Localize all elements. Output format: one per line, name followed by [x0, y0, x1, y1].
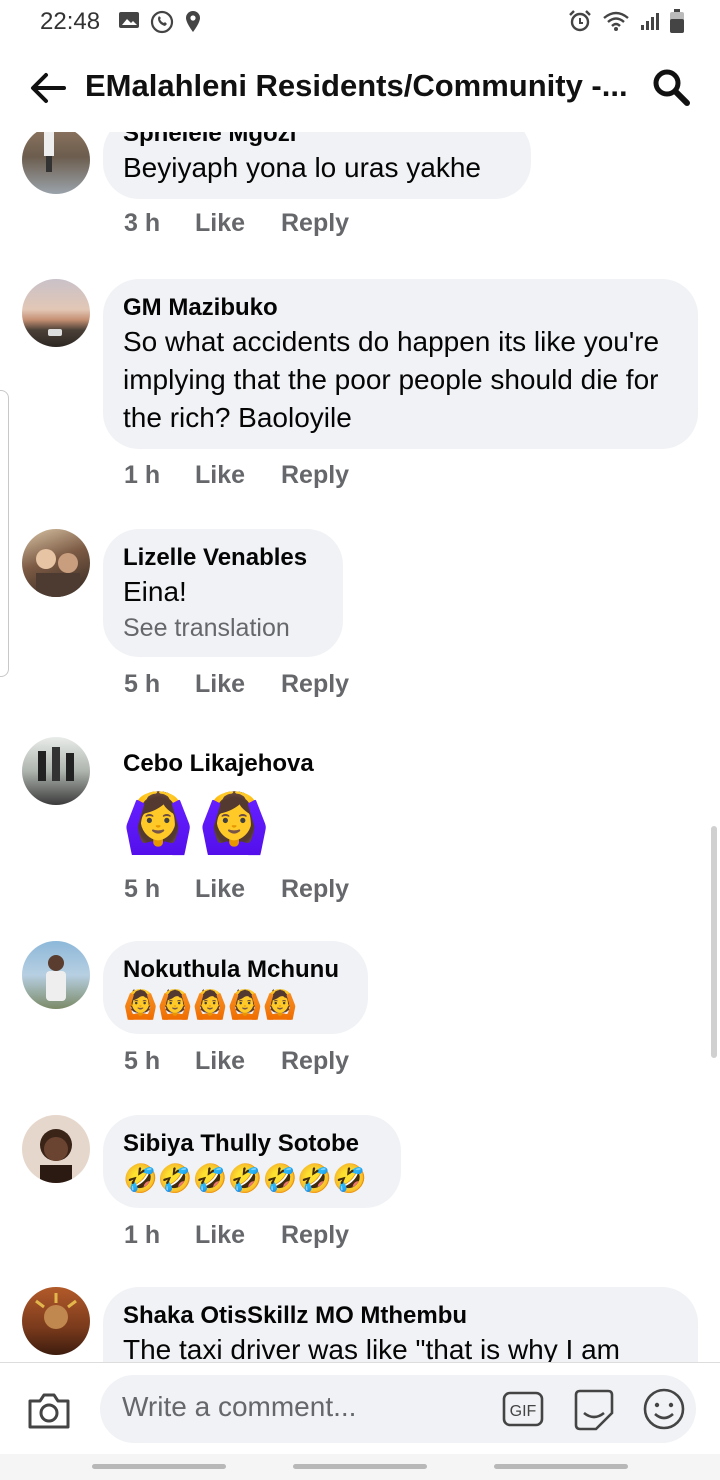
status-bar: 22:48	[0, 0, 720, 44]
reply-button[interactable]: Reply	[281, 1221, 349, 1250]
comment-author[interactable]: Cebo Likajehova	[123, 749, 314, 779]
comment-bubble[interactable]: Sibiya Thully Sotobe 🤣🤣🤣🤣🤣🤣🤣	[103, 1115, 401, 1208]
avatar[interactable]	[22, 941, 90, 1009]
comment-actions: 3 h Like Reply	[124, 209, 349, 238]
comment-actions: 5 h Like Reply	[124, 875, 349, 904]
comment-actions: 1 h Like Reply	[124, 461, 349, 490]
comment-emoji: 🙆🙆🙆🙆🙆	[123, 989, 298, 1020]
reply-button[interactable]: Reply	[281, 875, 349, 904]
status-time: 22:48	[40, 8, 101, 35]
nav-back[interactable]	[494, 1464, 628, 1469]
avatar[interactable]	[22, 1287, 90, 1355]
comment-bubble[interactable]: Lizelle Venables Eina! See translation	[103, 529, 343, 657]
avatar[interactable]	[22, 1115, 90, 1183]
gallery-icon	[119, 12, 139, 28]
comment-bubble[interactable]: Shaka OtisSkillz MO Mthembu The taxi dri…	[103, 1287, 698, 1362]
like-button[interactable]: Like	[195, 461, 281, 490]
nav-recents[interactable]	[92, 1464, 226, 1469]
like-button[interactable]: Like	[195, 875, 281, 904]
like-button[interactable]: Like	[195, 1221, 281, 1250]
comment-author[interactable]: Sibiya Thully Sotobe	[123, 1129, 381, 1159]
comment-bubble[interactable]: Nokuthula Mchunu 🙆🙆🙆🙆🙆	[103, 941, 368, 1034]
comment-actions: 5 h Like Reply	[124, 670, 349, 699]
reply-button[interactable]: Reply	[281, 670, 349, 699]
comment-text: So what accidents do happen its like you…	[123, 326, 660, 433]
reply-button[interactable]: Reply	[281, 461, 349, 490]
comment-time[interactable]: 5 h	[124, 875, 195, 904]
comment-emoji: 🤣🤣🤣🤣🤣🤣🤣	[123, 1163, 368, 1194]
reply-button[interactable]: Reply	[281, 209, 349, 238]
nav-home[interactable]	[293, 1464, 427, 1469]
comment-author[interactable]: Lizelle Venables	[123, 543, 323, 573]
scrollbar[interactable]	[711, 826, 717, 1058]
arrow-left-icon[interactable]	[28, 70, 68, 106]
comment-text: Eina!	[123, 576, 187, 607]
gif-icon[interactable]: GIF	[502, 1391, 544, 1427]
system-nav-bar	[0, 1454, 720, 1480]
comment-author[interactable]: Sphelele Mgozi	[123, 132, 511, 149]
reply-button[interactable]: Reply	[281, 1047, 349, 1076]
comment-actions: 1 h Like Reply	[124, 1221, 349, 1250]
svg-text:GIF: GIF	[510, 1403, 537, 1420]
signal-icon	[641, 13, 659, 30]
comment-time[interactable]: 1 h	[124, 1221, 195, 1250]
like-button[interactable]: Like	[195, 209, 281, 238]
alarm-icon	[569, 10, 591, 32]
page-title: EMalahleni Residents/Community -...	[85, 68, 628, 103]
avatar[interactable]	[22, 529, 90, 597]
comment-time[interactable]: 3 h	[124, 209, 195, 238]
comment-text: The taxi driver was like "that is why I …	[123, 1334, 620, 1362]
see-translation-link[interactable]: See translation	[123, 611, 323, 645]
comment-actions: 5 h Like Reply	[124, 1047, 349, 1076]
comment-composer: Write a comment... GIF	[0, 1362, 720, 1455]
whatsapp-icon	[150, 10, 174, 34]
comment-emoji: 🙆‍♀️🙆‍♀️	[122, 791, 275, 856]
search-icon[interactable]	[650, 66, 692, 108]
location-icon	[186, 11, 200, 32]
smiley-icon[interactable]	[642, 1387, 686, 1431]
wifi-icon	[603, 11, 629, 31]
avatar[interactable]	[22, 132, 90, 194]
sticker-icon[interactable]	[572, 1387, 616, 1431]
comments-list[interactable]: Sphelele Mgozi Beyiyaph yona lo uras yak…	[0, 132, 720, 1362]
comment-text: Beyiyaph yona lo uras yakhe	[123, 152, 481, 183]
avatar[interactable]	[22, 279, 90, 347]
comment-input-placeholder: Write a comment...	[122, 1391, 357, 1422]
comment-bubble[interactable]: GM Mazibuko So what accidents do happen …	[103, 279, 698, 449]
comment-author[interactable]: GM Mazibuko	[123, 293, 678, 323]
edge-panel-handle[interactable]	[0, 390, 9, 677]
avatar[interactable]	[22, 737, 90, 805]
like-button[interactable]: Like	[195, 1047, 281, 1076]
comment-author[interactable]: Nokuthula Mchunu	[123, 955, 348, 985]
battery-icon	[670, 9, 684, 33]
comment-time[interactable]: 5 h	[124, 670, 195, 699]
comment-input[interactable]: Write a comment... GIF	[100, 1375, 696, 1443]
comment-author[interactable]: Shaka OtisSkillz MO Mthembu	[123, 1301, 678, 1331]
comment-bubble[interactable]: Sphelele Mgozi Beyiyaph yona lo uras yak…	[103, 132, 531, 199]
comment-time[interactable]: 1 h	[124, 461, 195, 490]
app-bar: EMalahleni Residents/Community -...	[0, 44, 720, 132]
camera-icon[interactable]	[26, 1391, 72, 1431]
comment-time[interactable]: 5 h	[124, 1047, 195, 1076]
like-button[interactable]: Like	[195, 670, 281, 699]
